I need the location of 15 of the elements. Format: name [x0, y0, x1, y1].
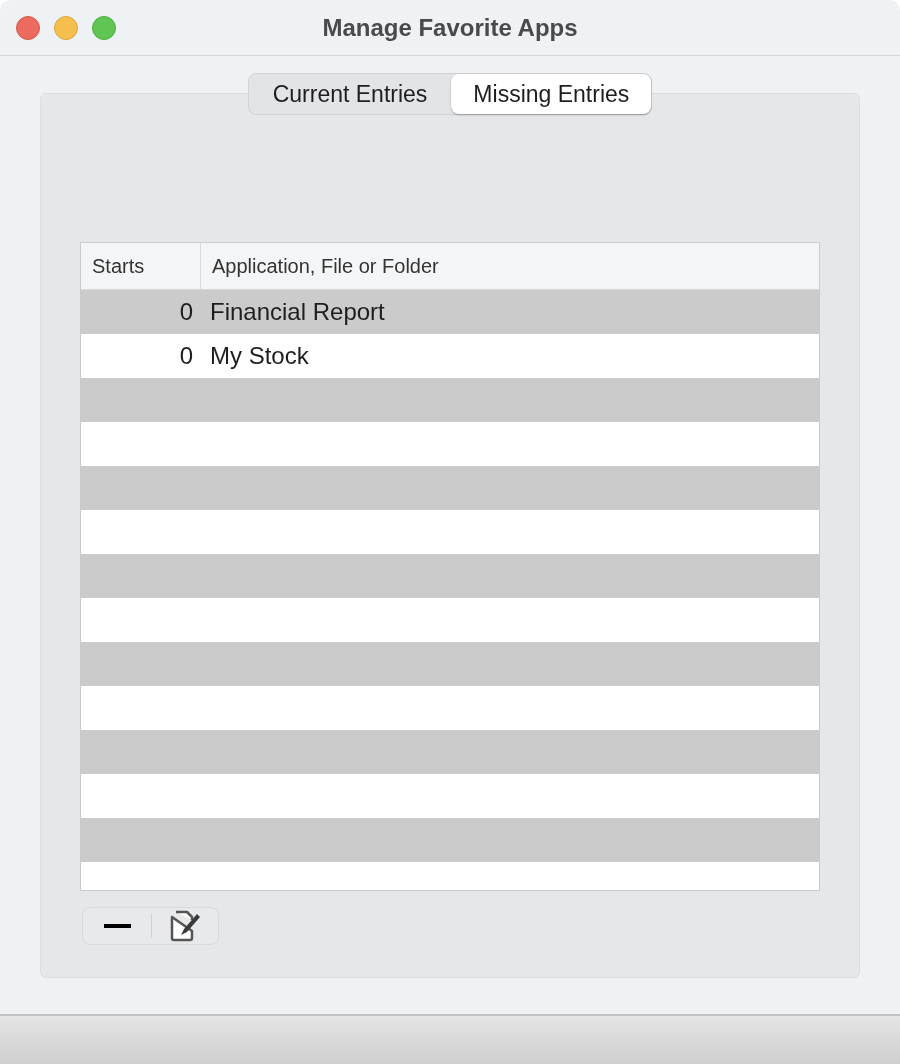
table-row[interactable]: 0 Financial Report — [81, 290, 819, 334]
minus-icon — [103, 924, 131, 928]
starts-cell-text: 0 — [178, 297, 194, 327]
tab[interactable]: Missing Entries — [451, 74, 652, 114]
name-cell-text: Financial Report — [209, 297, 385, 327]
minimize-button[interactable] — [54, 15, 78, 40]
close-button[interactable] — [16, 15, 40, 40]
starts-cell-text: 0 — [178, 341, 194, 371]
edit-document-icon — [168, 909, 202, 943]
column-header[interactable]: Starts — [81, 243, 201, 289]
column-header[interactable]: Application, File or Folder — [201, 243, 819, 289]
zoom-button[interactable] — [92, 15, 116, 40]
window-title: Manage Favorite Apps — [322, 12, 578, 43]
name-cell-text: My Stock — [209, 341, 309, 371]
tab[interactable]: Current Entries — [248, 74, 452, 114]
